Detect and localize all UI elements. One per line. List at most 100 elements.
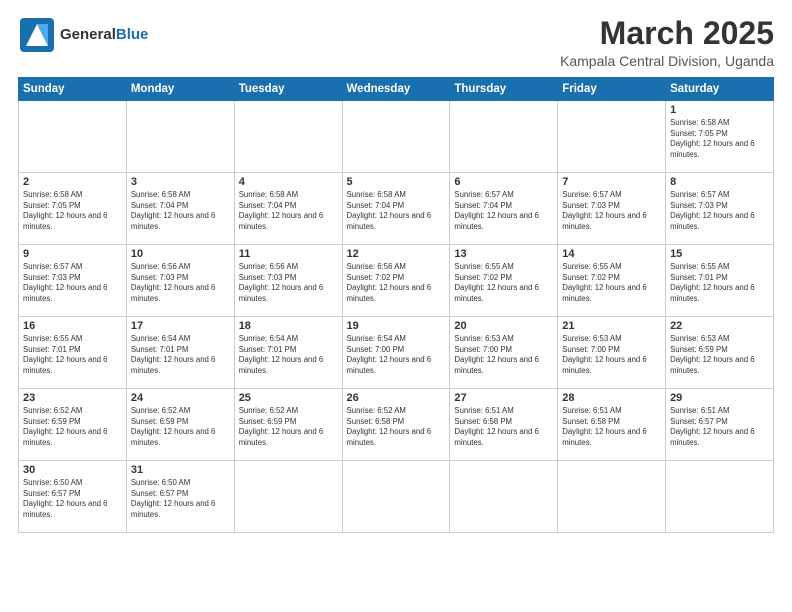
calendar-week-3: 16Sunrise: 6:55 AMSunset: 7:01 PMDayligh…	[19, 317, 774, 389]
day-info: Sunrise: 6:56 AMSunset: 7:03 PMDaylight:…	[239, 262, 338, 304]
table-row	[666, 461, 774, 533]
table-row: 20 Sunrise: 6:53 AMSunset: 7:00 PMDayligh…	[450, 317, 558, 389]
day-info: Sunrise: 6:57 AMSunset: 7:03 PMDaylight:…	[23, 262, 122, 304]
subtitle: Kampala Central Division, Uganda	[560, 53, 774, 69]
day-info: Sunrise: 6:51 AMSunset: 6:58 PMDaylight:…	[562, 406, 661, 448]
day-number: 30	[23, 464, 122, 476]
day-number: 12	[347, 248, 446, 260]
day-info: Sunrise: 6:52 AMSunset: 6:59 PMDaylight:…	[131, 406, 230, 448]
table-row: 25 Sunrise: 6:52 AMSunset: 6:59 PMDayligh…	[234, 389, 342, 461]
day-info: Sunrise: 6:52 AMSunset: 6:59 PMDaylight:…	[239, 406, 338, 448]
main-title: March 2025	[560, 16, 774, 51]
day-info: Sunrise: 6:54 AMSunset: 7:01 PMDaylight:…	[239, 334, 338, 376]
day-info: Sunrise: 6:55 AMSunset: 7:01 PMDaylight:…	[670, 262, 769, 304]
day-number: 18	[239, 320, 338, 332]
day-number: 14	[562, 248, 661, 260]
table-row: 6 Sunrise: 6:57 AMSunset: 7:04 PMDaylight…	[450, 173, 558, 245]
day-number: 7	[562, 176, 661, 188]
table-row	[19, 101, 127, 173]
calendar-table: SundayMondayTuesdayWednesdayThursdayFrid…	[18, 77, 774, 533]
col-header-sunday: Sunday	[19, 78, 127, 101]
day-number: 23	[23, 392, 122, 404]
day-info: Sunrise: 6:52 AMSunset: 6:58 PMDaylight:…	[347, 406, 446, 448]
day-number: 27	[454, 392, 553, 404]
day-info: Sunrise: 6:53 AMSunset: 7:00 PMDaylight:…	[562, 334, 661, 376]
day-number: 28	[562, 392, 661, 404]
table-row	[234, 101, 342, 173]
day-info: Sunrise: 6:58 AMSunset: 7:04 PMDaylight:…	[131, 190, 230, 232]
table-row: 22 Sunrise: 6:53 AMSunset: 6:59 PMDayligh…	[666, 317, 774, 389]
table-row: 3 Sunrise: 6:58 AMSunset: 7:04 PMDaylight…	[126, 173, 234, 245]
day-number: 9	[23, 248, 122, 260]
col-header-saturday: Saturday	[666, 78, 774, 101]
day-number: 1	[670, 104, 769, 116]
day-number: 29	[670, 392, 769, 404]
title-block: March 2025 Kampala Central Division, Uga…	[560, 16, 774, 69]
table-row: 10 Sunrise: 6:56 AMSunset: 7:03 PMDayligh…	[126, 245, 234, 317]
table-row: 1Sunrise: 6:58 AMSunset: 7:05 PMDaylight…	[666, 101, 774, 173]
day-info: Sunrise: 6:53 AMSunset: 7:00 PMDaylight:…	[454, 334, 553, 376]
table-row: 30Sunrise: 6:50 AMSunset: 6:57 PMDayligh…	[19, 461, 127, 533]
col-header-wednesday: Wednesday	[342, 78, 450, 101]
day-number: 10	[131, 248, 230, 260]
logo-text: GeneralBlue	[60, 27, 148, 44]
day-info: Sunrise: 6:58 AMSunset: 7:04 PMDaylight:…	[239, 190, 338, 232]
day-number: 2	[23, 176, 122, 188]
table-row	[342, 101, 450, 173]
day-info: Sunrise: 6:57 AMSunset: 7:03 PMDaylight:…	[670, 190, 769, 232]
table-row	[558, 101, 666, 173]
header: GeneralBlue March 2025 Kampala Central D…	[18, 16, 774, 69]
calendar-week-4: 23 Sunrise: 6:52 AMSunset: 6:59 PMDayligh…	[19, 389, 774, 461]
day-number: 24	[131, 392, 230, 404]
table-row: 8 Sunrise: 6:57 AMSunset: 7:03 PMDaylight…	[666, 173, 774, 245]
day-number: 8	[670, 176, 769, 188]
table-row: 15 Sunrise: 6:55 AMSunset: 7:01 PMDayligh…	[666, 245, 774, 317]
calendar-week-5: 30 Sunrise: 6:50 AMSunset: 6:57 PMDayligh…	[19, 461, 774, 533]
table-row	[558, 461, 666, 533]
table-row: 29Sunrise: 6:51 AMSunset: 6:57 PMDayligh…	[666, 389, 774, 461]
day-info: Sunrise: 6:56 AMSunset: 7:03 PMDaylight:…	[131, 262, 230, 304]
day-number: 11	[239, 248, 338, 260]
col-header-thursday: Thursday	[450, 78, 558, 101]
table-row	[342, 461, 450, 533]
table-row: 17Sunrise: 6:54 AMSunset: 7:01 PMDayligh…	[126, 317, 234, 389]
day-info: Sunrise: 6:51 AMSunset: 6:58 PMDaylight:…	[454, 406, 553, 448]
calendar-week-0: 1Sunrise: 6:58 AMSunset: 7:05 PMDaylight…	[19, 101, 774, 173]
day-info: Sunrise: 6:54 AMSunset: 7:00 PMDaylight:…	[347, 334, 446, 376]
day-info: Sunrise: 6:57 AMSunset: 7:03 PMDaylight:…	[562, 190, 661, 232]
table-row: 26Sunrise: 6:52 AMSunset: 6:58 PMDayligh…	[342, 389, 450, 461]
col-header-tuesday: Tuesday	[234, 78, 342, 101]
table-row: 19Sunrise: 6:54 AMSunset: 7:00 PMDayligh…	[342, 317, 450, 389]
table-row	[126, 101, 234, 173]
day-number: 5	[347, 176, 446, 188]
day-info: Sunrise: 6:56 AMSunset: 7:02 PMDaylight:…	[347, 262, 446, 304]
day-number: 22	[670, 320, 769, 332]
table-row: 13Sunrise: 6:55 AMSunset: 7:02 PMDayligh…	[450, 245, 558, 317]
table-row: 28 Sunrise: 6:51 AMSunset: 6:58 PMDayligh…	[558, 389, 666, 461]
table-row: 12 Sunrise: 6:56 AMSunset: 7:02 PMDayligh…	[342, 245, 450, 317]
day-number: 6	[454, 176, 553, 188]
table-row: 11 Sunrise: 6:56 AMSunset: 7:03 PMDayligh…	[234, 245, 342, 317]
table-row	[450, 461, 558, 533]
day-number: 21	[562, 320, 661, 332]
day-info: Sunrise: 6:50 AMSunset: 6:57 PMDaylight:…	[131, 478, 230, 520]
table-row: 24 Sunrise: 6:52 AMSunset: 6:59 PMDayligh…	[126, 389, 234, 461]
day-number: 3	[131, 176, 230, 188]
day-number: 25	[239, 392, 338, 404]
logo: GeneralBlue	[18, 16, 148, 54]
table-row: 18 Sunrise: 6:54 AMSunset: 7:01 PMDayligh…	[234, 317, 342, 389]
day-info: Sunrise: 6:57 AMSunset: 7:04 PMDaylight:…	[454, 190, 553, 232]
day-number: 15	[670, 248, 769, 260]
calendar-header-row: SundayMondayTuesdayWednesdayThursdayFrid…	[19, 78, 774, 101]
table-row: 31 Sunrise: 6:50 AMSunset: 6:57 PMDayligh…	[126, 461, 234, 533]
day-number: 17	[131, 320, 230, 332]
table-row: 9 Sunrise: 6:57 AMSunset: 7:03 PMDaylight…	[19, 245, 127, 317]
table-row: 2 Sunrise: 6:58 AMSunset: 7:05 PMDaylight…	[19, 173, 127, 245]
day-info: Sunrise: 6:58 AMSunset: 7:04 PMDaylight:…	[347, 190, 446, 232]
day-number: 20	[454, 320, 553, 332]
day-number: 31	[131, 464, 230, 476]
calendar-week-1: 2 Sunrise: 6:58 AMSunset: 7:05 PMDaylight…	[19, 173, 774, 245]
day-info: Sunrise: 6:53 AMSunset: 6:59 PMDaylight:…	[670, 334, 769, 376]
day-info: Sunrise: 6:58 AMSunset: 7:05 PMDaylight:…	[23, 190, 122, 232]
day-info: Sunrise: 6:55 AMSunset: 7:01 PMDaylight:…	[23, 334, 122, 376]
